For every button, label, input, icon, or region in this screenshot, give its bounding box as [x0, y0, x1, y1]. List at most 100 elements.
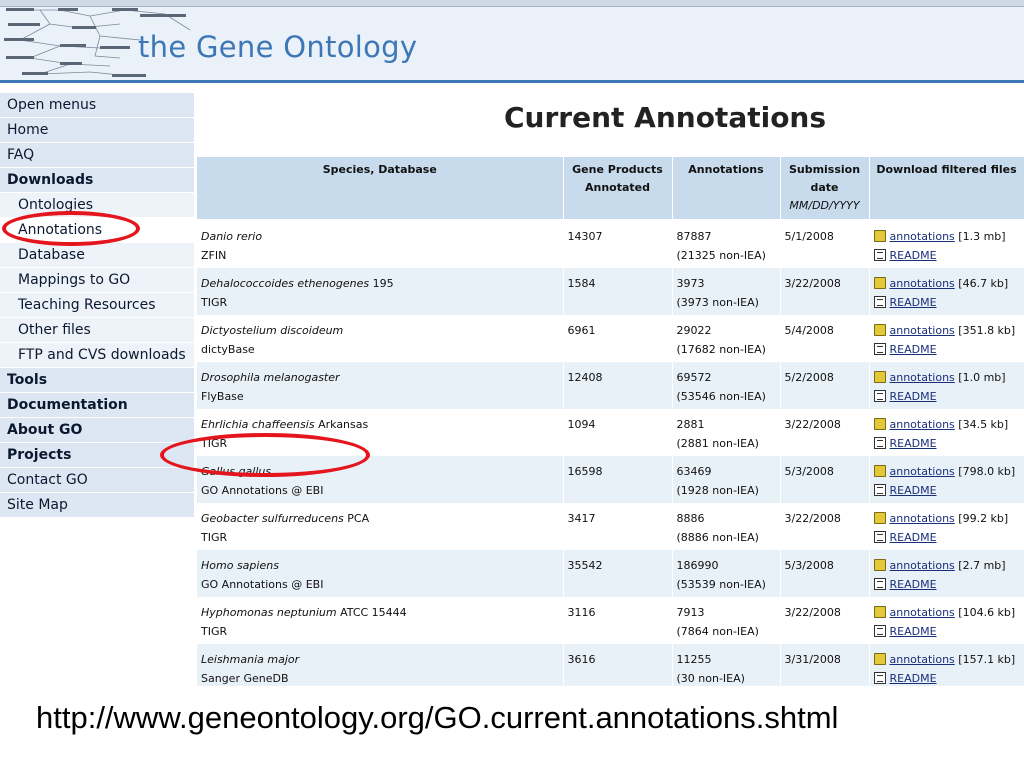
text-file-icon[interactable] [873, 390, 886, 402]
species-strain: ATCC 15444 [336, 606, 407, 619]
column-header-download: Download filtered files [869, 157, 1024, 221]
table-row: Hyphomonas neptunium ATCC 15444 TIGR 3116 7… [197, 597, 1024, 644]
annotations-cell: 8886 (8886 non-IEA) [672, 503, 781, 550]
sidebar-item-database[interactable]: Database [0, 243, 194, 268]
annotations-download-link[interactable]: annotations [890, 418, 955, 431]
gene-products-cell: 3616 [563, 644, 673, 686]
sidebar-item-mappings-to-go[interactable]: Mappings to GO [0, 268, 194, 293]
readme-link[interactable]: README [890, 531, 937, 544]
file-size: [1.3 mb] [958, 230, 1006, 243]
file-size: [798.0 kb] [958, 465, 1016, 478]
table-row: Drosophila melanogaster FlyBase 12408 69572… [197, 362, 1024, 409]
sidebar-item-about-go[interactable]: About GO [0, 418, 194, 443]
non-iea-count: (2881 non-IEA) [676, 437, 759, 450]
sidebar-item-faq[interactable]: FAQ [0, 143, 194, 168]
annotations-download-link[interactable]: annotations [890, 606, 955, 619]
database-name: TIGR [201, 625, 228, 638]
readme-link[interactable]: README [890, 484, 937, 497]
submission-date-cell: 5/1/2008 [780, 220, 870, 268]
database-name: GO Annotations @ EBI [201, 578, 324, 591]
column-header-species: Species, Database [197, 157, 564, 221]
species-cell: Hyphomonas neptunium ATCC 15444 TIGR [197, 597, 564, 644]
sidebar-item-ftp-and-cvs-downloads[interactable]: FTP and CVS downloads [0, 343, 194, 368]
sidebar-item-tools[interactable]: Tools [0, 368, 194, 393]
column-header-annotations: Annotations [672, 157, 781, 221]
sidebar-item-documentation[interactable]: Documentation [0, 393, 194, 418]
annotations-cell: 87887 (21325 non-IEA) [672, 220, 781, 268]
table-row: Dehalococcoides ethenogenes 195 TIGR 1584 3… [197, 268, 1024, 315]
download-cell: annotations [2.7 mb] README [869, 550, 1024, 597]
annotation-count: 29022 [676, 324, 712, 337]
non-iea-count: (17682 non-IEA) [676, 343, 766, 356]
sidebar-item-open-menus[interactable]: Open menus [0, 93, 194, 118]
text-file-icon[interactable] [873, 578, 886, 590]
text-file-icon[interactable] [873, 296, 886, 308]
readme-link[interactable]: README [890, 437, 937, 450]
file-size: [157.1 kb] [958, 653, 1016, 666]
site-title[interactable]: the Gene Ontology [138, 30, 417, 64]
text-file-icon[interactable] [873, 437, 886, 449]
readme-link[interactable]: README [890, 249, 937, 262]
table-row: Leishmania major Sanger GeneDB 3616 11255 (3… [197, 644, 1024, 686]
text-file-icon[interactable] [873, 672, 886, 684]
readme-link[interactable]: README [890, 343, 937, 356]
download-icon[interactable] [873, 418, 886, 430]
download-cell: annotations [157.1 kb] README [869, 644, 1024, 686]
species-name: Geobacter sulfurreducens [201, 512, 344, 525]
readme-link[interactable]: README [890, 296, 937, 309]
readme-link[interactable]: README [890, 672, 937, 685]
sidebar-item-contact-go[interactable]: Contact GO [0, 468, 194, 493]
annotations-download-link[interactable]: annotations [890, 559, 955, 572]
download-icon[interactable] [873, 277, 886, 289]
readme-link[interactable]: README [890, 578, 937, 591]
site-header: the Gene Ontology [0, 0, 1024, 83]
annotations-download-link[interactable]: annotations [890, 230, 955, 243]
submission-date-cell: 3/22/2008 [780, 503, 870, 550]
table-header-row: Species, Database Gene Products Annotate… [197, 157, 1024, 221]
text-file-icon[interactable] [873, 343, 886, 355]
download-icon[interactable] [873, 512, 886, 524]
table-row: Dictyostelium discoideum dictyBase 6961 290… [197, 315, 1024, 362]
species-cell: Leishmania major Sanger GeneDB [197, 644, 564, 686]
annotation-count: 186990 [676, 559, 719, 572]
gene-products-cell: 1094 [563, 409, 673, 456]
text-file-icon[interactable] [873, 249, 886, 261]
sidebar-item-other-files[interactable]: Other files [0, 318, 194, 343]
file-size: [99.2 kb] [958, 512, 1009, 525]
download-icon[interactable] [873, 559, 886, 571]
non-iea-count: (53546 non-IEA) [676, 390, 766, 403]
annotations-download-link[interactable]: annotations [890, 277, 955, 290]
submission-date-cell: 3/22/2008 [780, 409, 870, 456]
annotations-cell: 3973 (3973 non-IEA) [672, 268, 781, 315]
annotations-download-link[interactable]: annotations [890, 371, 955, 384]
sidebar-item-site-map[interactable]: Site Map [0, 493, 194, 518]
non-iea-count: (21325 non-IEA) [676, 249, 766, 262]
sidebar-item-teaching-resources[interactable]: Teaching Resources [0, 293, 194, 318]
text-file-icon[interactable] [873, 625, 886, 637]
annotations-download-link[interactable]: annotations [890, 653, 955, 666]
species-name: Homo sapiens [201, 559, 279, 572]
annotations-download-link[interactable]: annotations [890, 512, 955, 525]
download-icon[interactable] [873, 606, 886, 618]
text-file-icon[interactable] [873, 484, 886, 496]
submission-date-cell: 3/22/2008 [780, 597, 870, 644]
download-icon[interactable] [873, 371, 886, 383]
text-file-icon[interactable] [873, 531, 886, 543]
download-icon[interactable] [873, 324, 886, 336]
species-name: Danio rerio [201, 230, 263, 243]
sidebar-item-home[interactable]: Home [0, 118, 194, 143]
gene-products-cell: 1584 [563, 268, 673, 315]
annotations-cell: 29022 (17682 non-IEA) [672, 315, 781, 362]
annotation-count: 2881 [676, 418, 705, 431]
download-icon[interactable] [873, 465, 886, 477]
download-icon[interactable] [873, 230, 886, 242]
species-cell: Drosophila melanogaster FlyBase [197, 362, 564, 409]
download-icon[interactable] [873, 653, 886, 665]
sidebar-item-downloads[interactable]: Downloads [0, 168, 194, 193]
species-name: Leishmania major [201, 653, 300, 666]
readme-link[interactable]: README [890, 390, 937, 403]
annotations-download-link[interactable]: annotations [890, 324, 955, 337]
readme-link[interactable]: README [890, 625, 937, 638]
download-cell: annotations [798.0 kb] README [869, 456, 1024, 503]
annotations-download-link[interactable]: annotations [890, 465, 955, 478]
